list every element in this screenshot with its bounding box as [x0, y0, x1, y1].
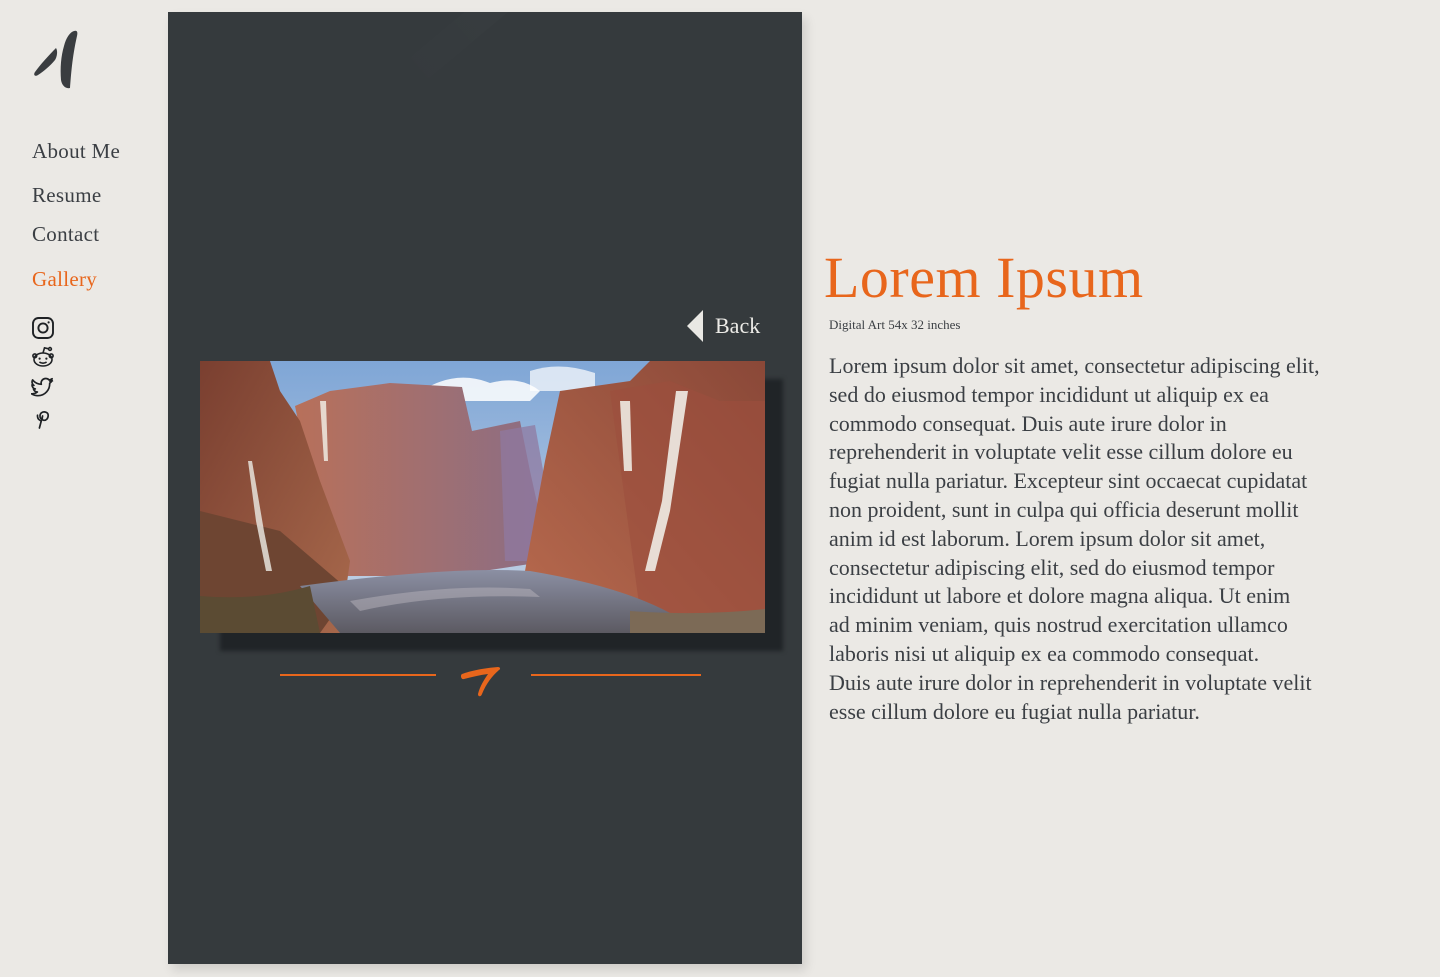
artwork-meta: Digital Art 54x 32 inches: [829, 317, 961, 332]
brush-stroke-logo-icon: [460, 667, 501, 697]
divider-line-left: [280, 674, 436, 676]
ornament-divider: [254, 662, 704, 706]
description-line: non proident, sunt in culpa qui officia …: [829, 496, 1299, 522]
description-line: esse cillum dolore eu fugiat nulla paria…: [829, 698, 1200, 724]
description-line: ad minim veniam, quis nostrud exercitati…: [829, 612, 1288, 638]
reddit-icon[interactable]: [31, 345, 55, 369]
back-label: Back: [715, 313, 761, 338]
brush-stroke-logo-icon[interactable]: [30, 28, 86, 92]
artwork-description: Lorem ipsum dolor sit amet, consectetur …: [829, 352, 1389, 726]
gallery-panel: Back: [168, 12, 802, 964]
artwork-title: Lorem Ipsum: [824, 245, 1144, 310]
nav-item-about-me[interactable]: About Me: [32, 139, 120, 164]
description-line: sed do eiusmod tempor incididunt ut aliq…: [829, 381, 1269, 407]
nav-item-resume[interactable]: Resume: [32, 183, 101, 208]
description-line: reprehenderit in voluptate velit esse ci…: [829, 439, 1293, 465]
artwork-image[interactable]: [200, 361, 765, 633]
panel-texture: [389, 12, 802, 97]
pinterest-icon[interactable]: [31, 406, 55, 430]
back-arrow-icon: [687, 310, 703, 342]
description-line: consectetur adipiscing elit, sed do eius…: [829, 554, 1275, 580]
description-line: fugiat nulla pariatur. Excepteur sint oc…: [829, 468, 1308, 494]
description-line: anim id est laborum. Lorem ipsum dolor s…: [829, 525, 1266, 551]
description-line: commodo consequat. Duis aute irure dolor…: [829, 410, 1227, 436]
description-line: Lorem ipsum dolor sit amet, consectetur …: [829, 353, 1320, 378]
nav-item-gallery[interactable]: Gallery: [32, 267, 97, 292]
back-button[interactable]: Back: [686, 308, 760, 344]
description-line: laboris nisi ut aliquip ex ea commodo co…: [829, 640, 1260, 666]
twitter-icon[interactable]: [31, 376, 55, 400]
divider-line-right: [531, 674, 701, 676]
description-line: incididunt ut labore et dolore magna ali…: [829, 583, 1291, 609]
nav-item-contact[interactable]: Contact: [32, 222, 99, 247]
instagram-icon[interactable]: [31, 316, 55, 340]
description-line: Duis aute irure dolor in reprehenderit i…: [829, 669, 1312, 695]
